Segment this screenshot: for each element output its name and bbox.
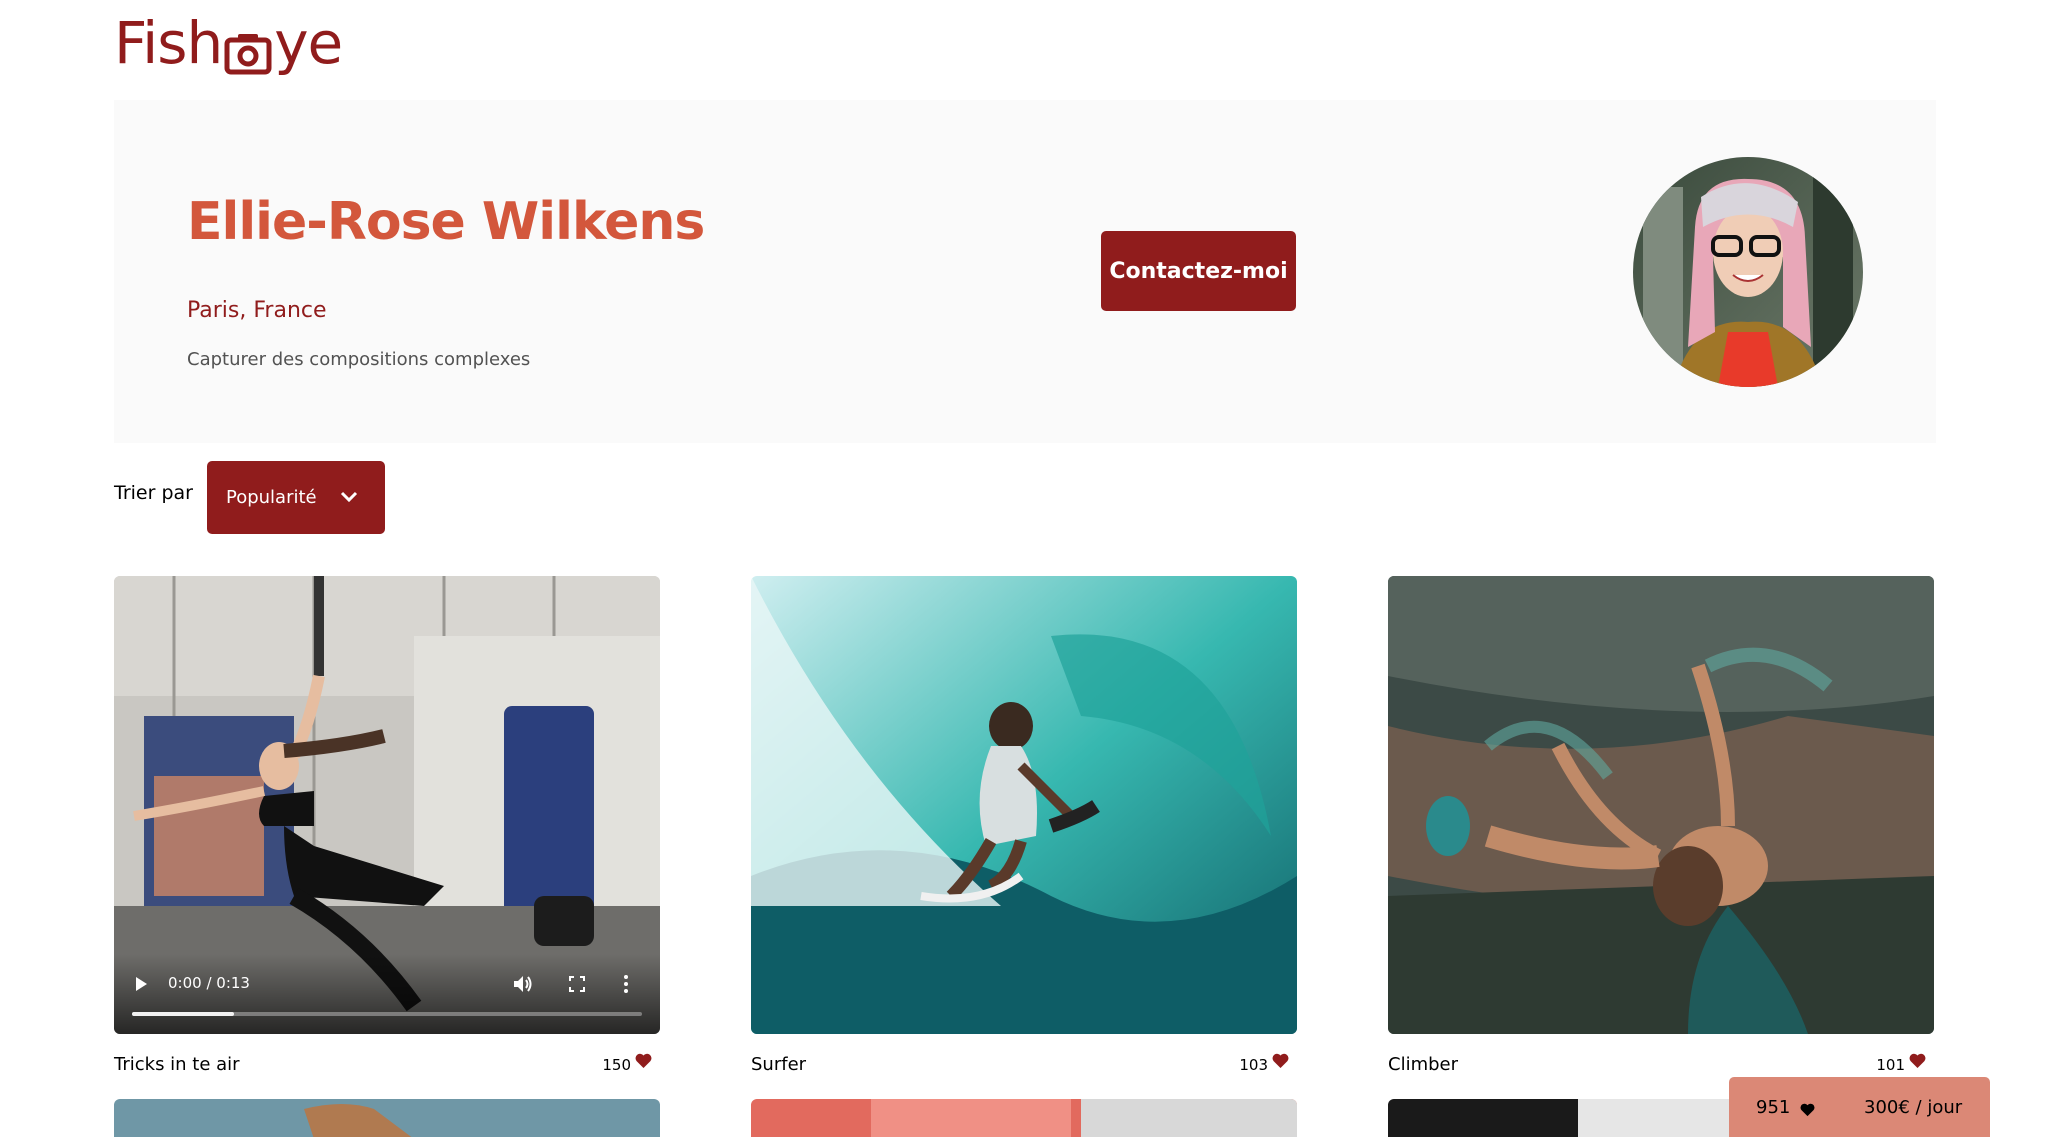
media-image[interactable] <box>751 576 1297 1034</box>
photographer-tagline: Capturer des compositions complexes <box>187 349 531 370</box>
chevron-down-icon <box>339 487 359 507</box>
video-time: 0:00 / 0:13 <box>168 974 250 992</box>
more-options-icon[interactable] <box>623 974 629 994</box>
daily-price: 300€ / jour <box>1864 1097 1963 1118</box>
media-image[interactable] <box>1388 576 1934 1034</box>
media-card-video: 0:00 / 0:13 Tricks in te air 150 <box>114 576 660 1075</box>
media-meta: Climber 101 <box>1388 1053 1934 1075</box>
media-title: Surfer <box>751 1054 807 1075</box>
contact-button[interactable]: Contactez-moi <box>1101 231 1296 311</box>
heart-icon[interactable] <box>635 1053 652 1069</box>
photographer-header: Ellie-Rose Wilkens Paris, France Capture… <box>114 100 1936 443</box>
video-controls: 0:00 / 0:13 <box>114 954 660 1034</box>
video-progress-fill <box>132 1012 234 1016</box>
photographer-stats: 951 300€ / jour <box>1729 1077 1990 1137</box>
media-meta: Surfer 103 <box>751 1053 1297 1075</box>
media-likes: 101 <box>1876 1053 1926 1074</box>
media-title: Tricks in te air <box>114 1054 240 1075</box>
volume-icon[interactable] <box>512 974 534 994</box>
media-card-partial[interactable] <box>751 1099 1297 1137</box>
sort-dropdown[interactable]: Popularité <box>207 461 385 534</box>
total-likes: 951 <box>1756 1097 1815 1118</box>
likes-count: 103 <box>1239 1055 1268 1074</box>
photographer-name: Ellie-Rose Wilkens <box>187 192 705 252</box>
media-title: Climber <box>1388 1054 1459 1075</box>
video-progress-track[interactable] <box>132 1012 642 1016</box>
likes-count: 150 <box>602 1055 631 1074</box>
photographer-avatar <box>1633 157 1863 387</box>
heart-icon[interactable] <box>1272 1053 1289 1069</box>
media-video[interactable]: 0:00 / 0:13 <box>114 576 660 1034</box>
fullscreen-icon[interactable] <box>569 976 585 992</box>
total-likes-count: 951 <box>1756 1097 1791 1118</box>
play-icon[interactable] <box>134 976 148 992</box>
media-card-partial[interactable] <box>114 1099 660 1137</box>
camera-icon <box>224 22 272 75</box>
media-card-image: Climber 101 <box>1388 576 1934 1075</box>
media-card-image: Surfer 103 <box>751 576 1297 1075</box>
logo-text-left: Fish <box>114 9 223 77</box>
likes-count: 101 <box>1876 1055 1905 1074</box>
sort-selected-value: Popularité <box>226 487 317 508</box>
sort-label: Trier par <box>114 482 193 504</box>
logo-text-right: ye <box>274 9 343 77</box>
photographer-location: Paris, France <box>187 298 327 323</box>
media-meta: Tricks in te air 150 <box>114 1053 660 1075</box>
media-likes: 103 <box>1239 1053 1289 1074</box>
media-likes: 150 <box>602 1053 652 1074</box>
heart-icon <box>1800 1101 1815 1116</box>
heart-icon[interactable] <box>1909 1053 1926 1069</box>
fisheye-logo[interactable]: Fish ye <box>114 8 343 78</box>
